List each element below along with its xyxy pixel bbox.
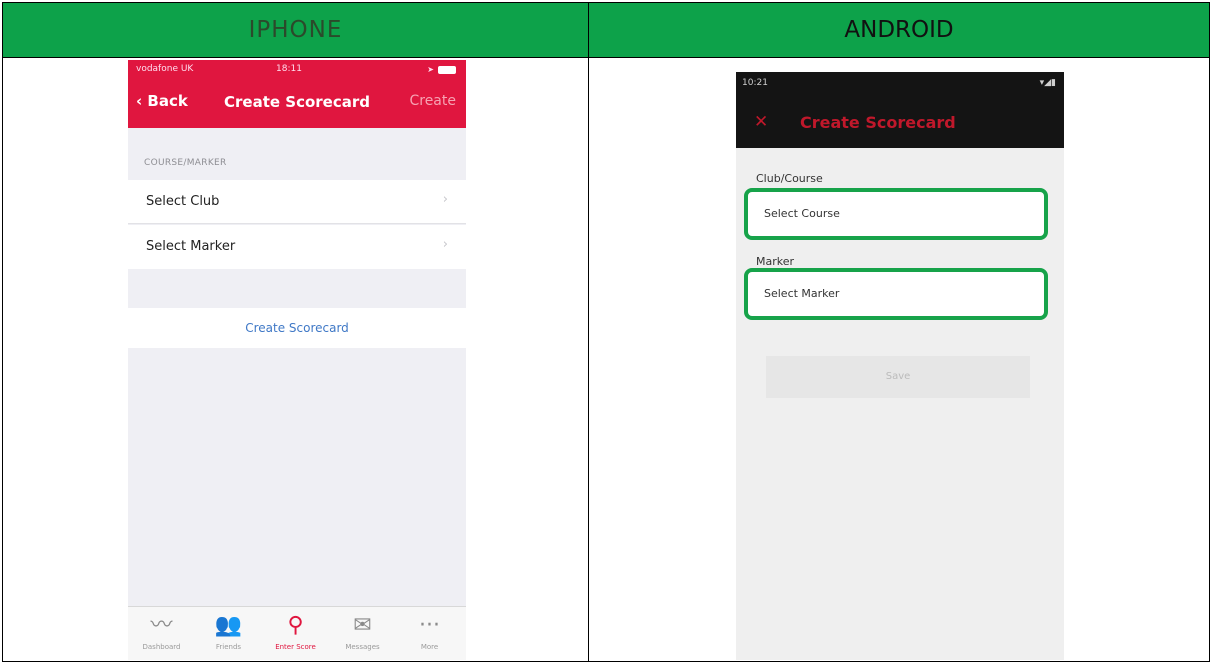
tab-label: Enter Score	[275, 643, 316, 651]
select-club-label: Select Club	[146, 194, 220, 209]
select-marker-value: Select Marker	[764, 287, 840, 300]
select-marker-label: Select Marker	[146, 239, 236, 254]
tab-label: Friends	[215, 643, 242, 651]
back-button[interactable]: ‹ Back	[136, 92, 188, 110]
iphone-status-bar: vodafone UK 18:11 ➤	[128, 64, 466, 78]
marker-label: Marker	[756, 255, 795, 268]
select-marker-field[interactable]: Select Marker	[744, 268, 1048, 320]
location-icon: ➤	[427, 65, 434, 74]
iphone-column-title: IPHONE	[248, 17, 343, 43]
signal-battery-icon: ▾◢▮	[1039, 78, 1056, 88]
tab-more[interactable]: ··· More	[396, 607, 463, 660]
iphone-screenshot: vodafone UK 18:11 ➤ ‹ Back Create Scorec…	[128, 60, 466, 660]
page-title: Create Scorecard	[800, 113, 956, 132]
iphone-nav-header: vodafone UK 18:11 ➤ ‹ Back Create Scorec…	[128, 60, 466, 128]
android-screenshot: 10:21 ▾◢▮ ✕ Create Scorecard Club/Course…	[736, 72, 1064, 660]
iphone-tab-bar: 〰 Dashboard 👥 Friends ⚲ Enter Score ✉ Me…	[128, 606, 466, 660]
column-divider	[588, 3, 589, 661]
select-club-row[interactable]: Select Club ›	[128, 180, 466, 224]
friends-icon: 👥	[214, 613, 243, 638]
select-course-value: Select Course	[764, 207, 840, 220]
carrier-label: vodafone UK	[136, 64, 194, 74]
chevron-right-icon: ›	[442, 237, 448, 252]
enter-score-icon: ⚲	[287, 613, 304, 638]
status-time: 10:21	[742, 78, 768, 88]
club-course-label: Club/Course	[756, 172, 823, 185]
android-app-bar: 10:21 ▾◢▮ ✕ Create Scorecard	[736, 72, 1064, 148]
android-status-bar: 10:21 ▾◢▮	[736, 78, 1064, 92]
save-button[interactable]: Save	[766, 356, 1030, 398]
tab-dashboard[interactable]: 〰 Dashboard	[128, 607, 195, 660]
section-label: COURSE/MARKER	[144, 158, 227, 168]
iphone-navigation-bar: ‹ Back Create Scorecard Create	[128, 90, 466, 116]
status-time: 18:11	[276, 64, 302, 74]
tab-enter-score[interactable]: ⚲ Enter Score	[262, 607, 329, 660]
back-label: Back	[147, 92, 188, 110]
tab-friends[interactable]: 👥 Friends	[195, 607, 262, 660]
more-icon: ···	[419, 613, 440, 638]
dashboard-icon: 〰	[150, 613, 173, 638]
android-column-title: ANDROID	[844, 17, 954, 43]
tab-label: More	[420, 643, 439, 651]
close-button[interactable]: ✕	[754, 112, 768, 132]
battery-icon	[438, 66, 456, 74]
tab-label: Messages	[345, 643, 380, 651]
create-scorecard-button[interactable]: Create Scorecard	[128, 308, 466, 348]
tab-messages[interactable]: ✉ Messages	[329, 607, 396, 660]
select-course-field[interactable]: Select Course	[744, 188, 1048, 240]
chevron-right-icon: ›	[442, 192, 448, 207]
tab-label: Dashboard	[142, 643, 181, 651]
messages-icon: ✉	[353, 613, 372, 638]
create-button[interactable]: Create	[409, 93, 456, 109]
select-marker-row[interactable]: Select Marker ›	[128, 225, 466, 269]
page-title: Create Scorecard	[224, 93, 370, 111]
